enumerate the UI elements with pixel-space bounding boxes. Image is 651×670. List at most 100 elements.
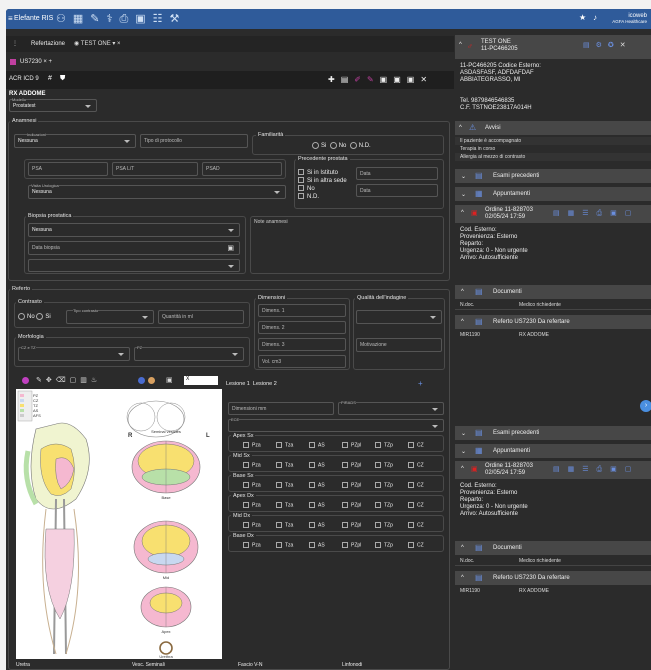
scan-icon[interactable]: ⚕ — [107, 13, 120, 25]
move-icon[interactable]: ✥ — [46, 377, 56, 384]
zone-checkbox[interactable]: Pza — [243, 522, 276, 528]
grid-icon[interactable]: ▣ — [610, 466, 625, 473]
tipo-protocollo-input[interactable]: Tipo di protocollo — [140, 134, 248, 148]
add-icon[interactable]: ✚ — [328, 75, 341, 84]
zone-checkbox[interactable]: PZpl — [342, 442, 375, 448]
zone-checkbox[interactable]: AS — [309, 442, 342, 448]
zone-checkbox[interactable]: Tza — [276, 442, 309, 448]
order-header-2[interactable]: ^ ▣ Ordine 11-828703 02/05/24 17:59 ▤▦☰⎙▣▢ — [455, 461, 651, 479]
zone-checkbox[interactable]: CZ — [408, 462, 441, 468]
referto-row-2[interactable]: MIR1190 RX ADDOME — [455, 588, 651, 597]
zone-checkbox[interactable]: Pza — [243, 462, 276, 468]
blue-color-icon[interactable] — [138, 377, 145, 384]
zone-checkbox[interactable]: PZpl — [342, 462, 375, 468]
fam-option-nd[interactable]: N.D. — [349, 142, 371, 149]
prostate-diagram[interactable]: PZ CZ TZ AS AFS Seminal vesicles R L Base Mi… — [16, 389, 222, 659]
tools-icon[interactable]: ⚒ — [170, 13, 187, 25]
zone-checkbox[interactable]: TZp — [375, 462, 408, 468]
rect-icon[interactable]: ▢ — [70, 377, 81, 384]
box-icon[interactable]: ▢ — [625, 466, 640, 473]
zone-checkbox[interactable]: PZpl — [342, 522, 375, 528]
trash-icon[interactable]: ▥ — [80, 377, 91, 384]
qualita-select[interactable] — [356, 310, 442, 324]
print-icon[interactable]: ⎙ — [119, 13, 135, 25]
quantita-input[interactable]: Quantità in ml — [158, 310, 244, 324]
patient-tab[interactable]: ◉ TEST ONE ▾ × — [74, 40, 121, 47]
tipo-contrasto-select[interactable]: Tipo contrasto — [66, 308, 154, 324]
print-icon[interactable]: ⎙ — [597, 466, 611, 473]
pirads-select[interactable]: PIRADS — [338, 400, 444, 415]
fam-option-no[interactable]: No — [329, 142, 346, 149]
more-icon[interactable]: ⋮ — [12, 40, 18, 47]
patients-icon[interactable]: ☷ — [153, 13, 170, 25]
biopsia-select[interactable]: Nessuna — [28, 223, 240, 237]
menu-icon[interactable]: ≡ — [8, 14, 13, 23]
zone-checkbox[interactable]: CZ — [408, 502, 441, 508]
bell-icon[interactable]: ♪ — [593, 13, 597, 22]
zone-checkbox[interactable]: AS — [309, 542, 342, 548]
modello-select[interactable]: Modello Prostatest — [9, 97, 97, 112]
add-lesion-icon[interactable]: + — [418, 379, 423, 388]
settings-icon[interactable]: ⚙ — [596, 42, 608, 49]
documenti-header-2[interactable]: ^ ▤ Documenti — [455, 541, 651, 555]
star-icon[interactable]: ★ — [579, 13, 586, 22]
zone-checkbox[interactable]: AS — [309, 522, 342, 528]
prec-option-altra[interactable]: Si in altra sede — [298, 177, 347, 185]
data-input-1[interactable]: Data — [356, 167, 438, 180]
zone-checkbox[interactable]: CZ — [408, 542, 441, 548]
biopsia-extra-select[interactable] — [28, 259, 240, 272]
zone-checkbox[interactable]: PZpl — [342, 482, 375, 488]
image-icon[interactable]: ▦ — [73, 13, 90, 25]
image-tool-icon[interactable]: ▣ — [166, 376, 173, 384]
order-header[interactable]: ^ ▣ Ordine 11-828703 02/05/24 17:59 ▤▦☰⎙▣▢ — [455, 205, 651, 223]
zone-checkbox[interactable]: Pza — [243, 502, 276, 508]
zone-checkbox[interactable]: TZp — [375, 502, 408, 508]
image-icon[interactable]: ▦ — [568, 210, 583, 217]
shield-icon[interactable]: ⛊ — [60, 75, 65, 83]
doc-icon[interactable]: ▤ — [341, 75, 355, 84]
referto-header-2[interactable]: ^ ▤ Referto US7230 Da refertare — [455, 571, 651, 585]
zone-checkbox[interactable]: CZ — [408, 442, 441, 448]
box-icon[interactable]: ▢ — [625, 210, 640, 217]
data-input-2[interactable]: Data — [356, 184, 438, 197]
zone-checkbox[interactable]: TZp — [375, 542, 408, 548]
size-input[interactable]: X — [184, 376, 218, 385]
unpin-icon[interactable]: ✕ — [620, 42, 632, 49]
referto-row[interactable]: MIR1190 RX ADDOME — [455, 332, 651, 341]
psa-input[interactable]: PSA — [28, 162, 108, 176]
cz-tz-select[interactable]: CZ e TZ — [18, 345, 130, 361]
zone-checkbox[interactable]: TZp — [375, 482, 408, 488]
collapse-icon[interactable]: ^ — [459, 42, 462, 48]
indicazioni-select[interactable]: Indicazioni Nessuna — [14, 132, 136, 148]
badge-icon[interactable]: ✪ — [608, 42, 620, 49]
erase-icon[interactable]: ⌫ — [56, 377, 70, 384]
zone-checkbox[interactable]: Tza — [276, 542, 309, 548]
vol-input[interactable]: Vol. cm3 — [258, 355, 346, 368]
zone-checkbox[interactable]: Pza — [243, 482, 276, 488]
grid-icon[interactable]: ▣ — [610, 210, 625, 217]
documenti-header[interactable]: ^ ▤ Documenti — [455, 285, 651, 299]
monitor-icon[interactable]: ▣ — [135, 13, 152, 25]
list-icon[interactable]: ☰ — [582, 466, 596, 473]
dim3-input[interactable]: Dimens. 3 — [258, 338, 346, 351]
visita-select[interactable]: Visita Urologica Nessuna — [28, 183, 286, 199]
doc-icon[interactable]: ▤ — [553, 210, 568, 217]
list-icon[interactable]: ☰ — [582, 210, 596, 217]
prec-option-no[interactable]: No — [298, 185, 347, 193]
save3-icon[interactable]: ▣ — [407, 75, 421, 84]
esami-header[interactable]: ⌄ ▤ Esami precedenti — [455, 169, 651, 183]
data-biopsia-input[interactable]: Data biopsia ▣ — [28, 241, 240, 255]
zone-checkbox[interactable]: CZ — [408, 522, 441, 528]
image-icon[interactable]: ▦ — [568, 466, 583, 473]
pen-icon[interactable]: ✐ — [354, 75, 367, 84]
prec-option-istituto[interactable]: Si in Istituto — [298, 169, 347, 177]
referto-header[interactable]: ^ ▤ Referto US7230 Da refertare — [455, 315, 651, 329]
save-icon[interactable]: ▣ — [380, 75, 394, 84]
psa-lt-input[interactable]: PSA L/T — [112, 162, 198, 176]
dim2-input[interactable]: Dimens. 2 — [258, 321, 346, 334]
zone-checkbox[interactable]: AS — [309, 462, 342, 468]
chart-icon[interactable]: ⚇ — [56, 13, 73, 25]
contrasto-option-si[interactable]: Si — [36, 313, 51, 320]
ece-select[interactable]: ECE — [228, 417, 444, 432]
fam-option-si[interactable]: Si — [312, 142, 326, 149]
